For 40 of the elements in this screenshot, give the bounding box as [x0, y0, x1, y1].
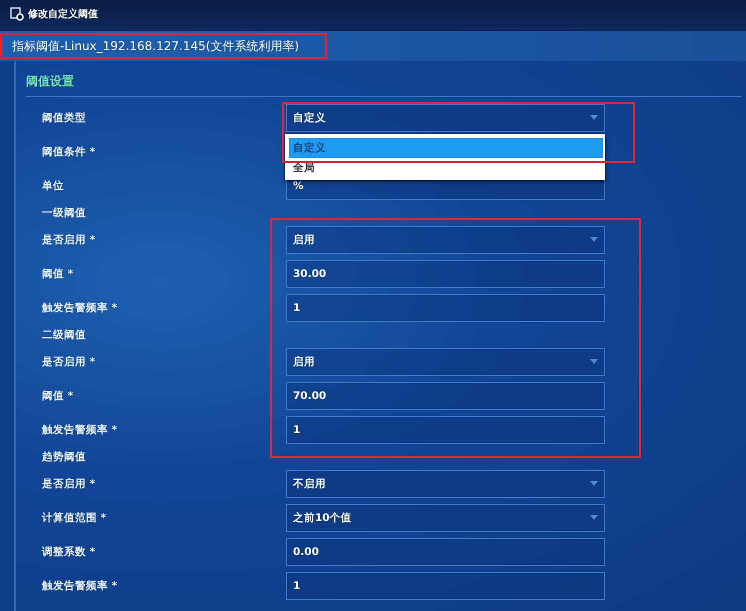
input-field[interactable]: 1: [286, 572, 605, 600]
field-label: 阈值条件 *: [41, 145, 96, 159]
field-label: 触发告警频率 *: [40, 579, 118, 593]
select-field[interactable]: 启用: [286, 348, 605, 376]
field-label: 阈值类型: [41, 111, 87, 125]
field-label: 是否启用 *: [41, 233, 96, 247]
field-label: 阈值 *: [41, 389, 74, 403]
caret-icon: [590, 481, 598, 486]
select-field[interactable]: 之前10个值: [286, 504, 605, 532]
settings-icon: [10, 7, 24, 21]
select-field[interactable]: 不启用: [286, 470, 605, 498]
field-label: 触发告警频率 *: [40, 301, 118, 315]
window-title: 修改自定义阈值: [28, 7, 98, 21]
input-field[interactable]: 70.00: [286, 382, 605, 410]
input-field[interactable]: 30.00: [286, 260, 605, 288]
select-field[interactable]: 启用: [286, 226, 605, 254]
section-title: 阈值设置: [26, 73, 742, 97]
caret-icon: [590, 359, 598, 364]
field-label: 是否启用 *: [41, 355, 96, 369]
group-label: 趋势阈值: [41, 450, 86, 464]
field-label: 单位: [41, 179, 65, 193]
group-label: 一级阈值: [41, 206, 86, 220]
group-label: 二级阈值: [41, 328, 86, 342]
select-value: 启用: [293, 355, 315, 369]
field-label: 计算值范围 *: [40, 511, 108, 525]
select-value: 不启用: [293, 477, 326, 491]
field-label: 是否启用 *: [41, 477, 96, 491]
caret-icon: [590, 515, 598, 520]
caret-icon: [590, 237, 598, 242]
input-field[interactable]: 1: [286, 294, 605, 322]
field-label: 触发告警频率 *: [40, 423, 118, 437]
input-field[interactable]: 0.00: [286, 538, 605, 566]
field-label: 调整系数 *: [40, 545, 96, 559]
field-label: 阈值 *: [41, 267, 74, 281]
select-value: 启用: [293, 233, 315, 247]
caret-icon: [590, 115, 598, 120]
select-value: 之前10个值: [293, 511, 352, 525]
header-title: 指标阈值-Linux_192.168.127.145(文件系统利用率): [2, 35, 326, 57]
input-field[interactable]: 1: [286, 416, 605, 444]
select-value: 自定义: [293, 111, 326, 125]
